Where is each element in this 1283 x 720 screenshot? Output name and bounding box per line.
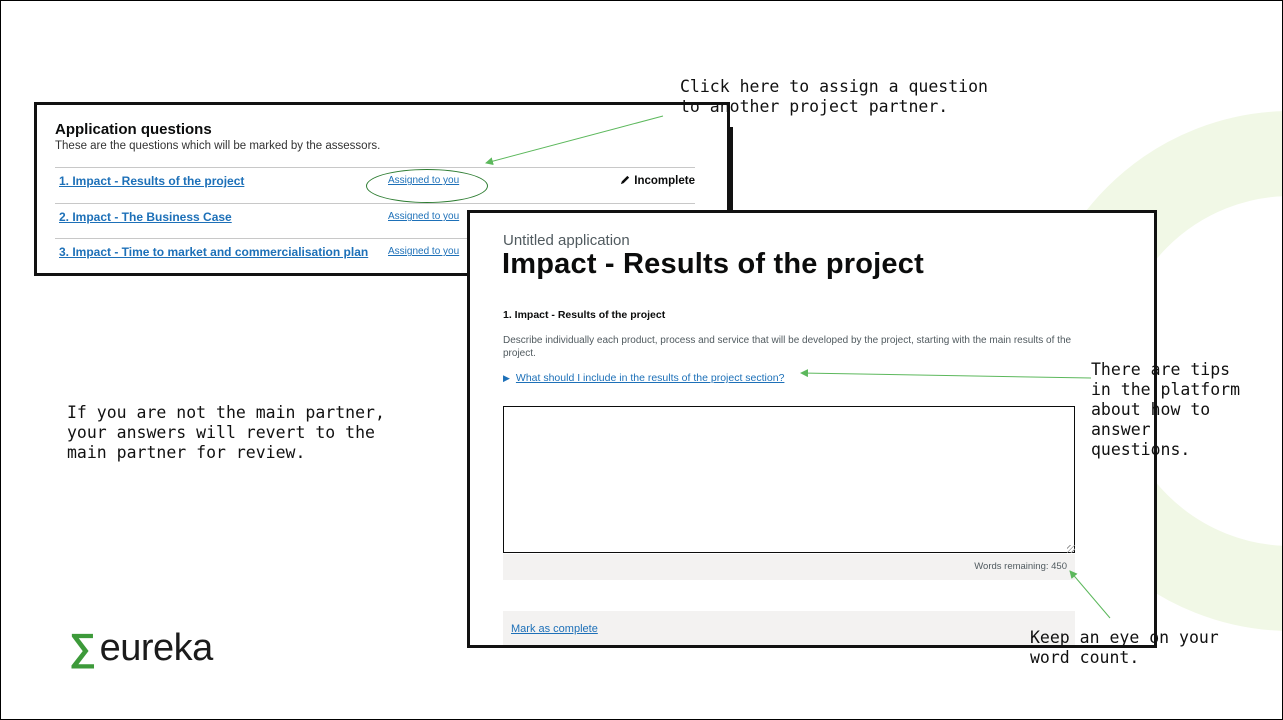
slide: Application questions These are the ques… bbox=[0, 0, 1283, 720]
arrow-to-word-count bbox=[1069, 570, 1111, 619]
arrow-to-tips bbox=[800, 369, 1092, 379]
logo-text: eureka bbox=[99, 627, 214, 669]
annotation-arrows bbox=[485, 115, 1111, 619]
eureka-logo: ∑ eureka bbox=[69, 627, 213, 670]
arrow-to-assign bbox=[485, 115, 664, 166]
sigma-icon: ∑ bbox=[69, 627, 96, 669]
